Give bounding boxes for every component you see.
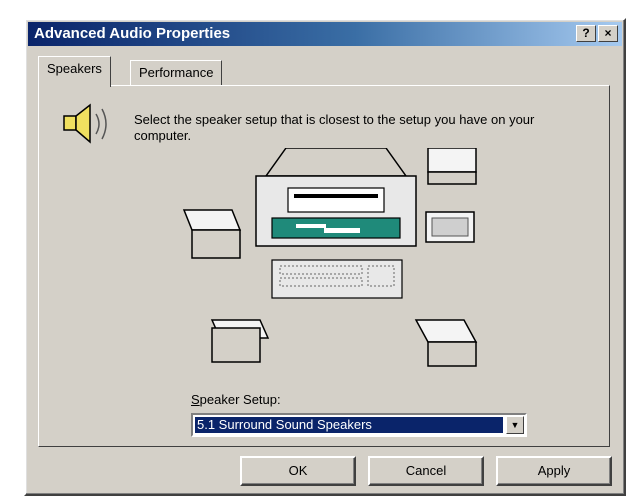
help-button[interactable]: ?	[576, 25, 596, 42]
rear-left-speaker	[210, 319, 270, 363]
apply-button[interactable]: Apply	[496, 456, 612, 486]
top-right-speaker	[427, 148, 477, 185]
ok-button[interactable]: OK	[240, 456, 356, 486]
title-bar[interactable]: Advanced Audio Properties ? ×	[28, 22, 622, 46]
speaker-icon	[63, 103, 107, 144]
cancel-button[interactable]: Cancel	[368, 456, 484, 486]
speaker-setup-label-text: peaker Setup:	[199, 392, 281, 407]
rear-right-speaker	[414, 319, 478, 367]
keyboard-illustration	[271, 259, 403, 299]
tab-speakers[interactable]: Speakers	[38, 56, 111, 87]
speaker-arrangement-illustration	[182, 148, 478, 367]
speaker-setup-description: Select the speaker setup that is closest…	[134, 112, 535, 143]
speaker-setup-selected-value: 5.1 Surround Sound Speakers	[194, 416, 504, 434]
speaker-setup-label-accesskey: S	[191, 392, 200, 407]
window-title: Advanced Audio Properties	[34, 25, 231, 42]
close-button[interactable]: ×	[598, 25, 618, 42]
monitor-illustration	[255, 148, 417, 247]
dropdown-arrow-icon[interactable]: ▼	[506, 416, 524, 434]
front-left-speaker	[182, 209, 242, 259]
front-right-speaker	[425, 211, 475, 243]
speaker-setup-dropdown[interactable]: 5.1 Surround Sound Speakers ▼	[191, 413, 527, 437]
tab-performance[interactable]: Performance	[130, 60, 223, 86]
speaker-setup-label: Speaker Setup:	[191, 392, 281, 407]
advanced-audio-properties-dialog: Advanced Audio Properties ? × Speakers P…	[24, 18, 626, 496]
